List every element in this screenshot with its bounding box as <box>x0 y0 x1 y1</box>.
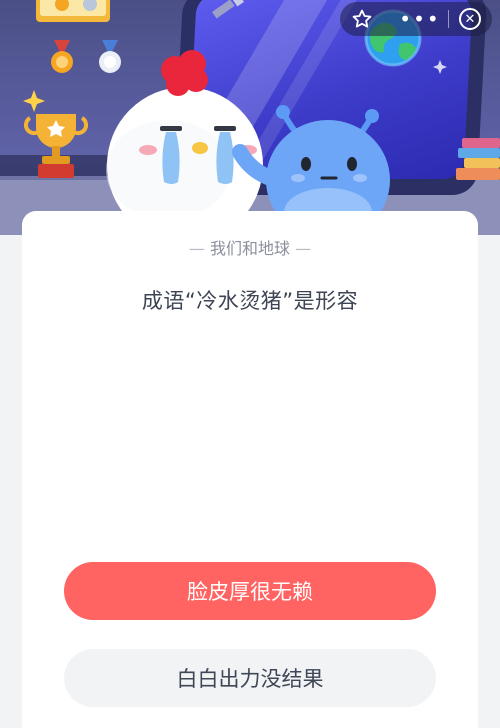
favorite-button[interactable] <box>340 2 384 36</box>
sparkle-icon <box>23 90 45 112</box>
trophy-icon <box>23 114 89 178</box>
close-icon: ✕ <box>459 8 481 30</box>
question-card: — 我们和地球 — 成语“冷水烫猪”是形容 脸皮厚很无赖 白白出力没结果 <box>22 211 478 728</box>
medal-orange-icon <box>51 40 73 73</box>
medal-white-icon <box>99 40 121 73</box>
quiz-category-title: — 我们和地球 — <box>188 239 312 258</box>
question-text: 成语“冷水烫猪”是形容 <box>141 289 359 313</box>
star-icon <box>352 9 372 28</box>
chick-character <box>106 50 263 235</box>
category-label: 我们和地球 <box>209 239 290 258</box>
books-icon <box>456 138 500 180</box>
answer-option-1[interactable]: 脸皮厚很无赖 <box>64 562 436 620</box>
close-button[interactable]: ✕ <box>448 2 492 36</box>
answer-option-2[interactable]: 白白出力没结果 <box>64 649 436 707</box>
satellite-icon <box>212 0 244 19</box>
more-button[interactable]: ••• <box>392 2 448 36</box>
mini-program-capsule: ••• ✕ <box>340 2 492 36</box>
more-icon: ••• <box>399 7 441 31</box>
quiz-page: ••• ✕ — 我们和地球 — 成语“冷水烫猪”是形容 脸皮厚很无赖 白白出力没… <box>0 0 500 728</box>
